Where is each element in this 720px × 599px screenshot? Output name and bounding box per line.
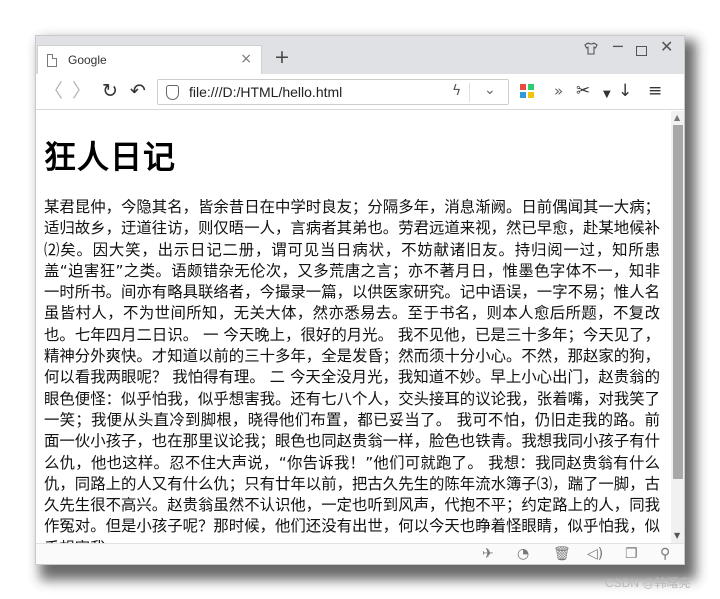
trash-icon[interactable]: 🗑: [553, 546, 571, 562]
tab-title: Google: [68, 53, 107, 67]
page-icon: [47, 54, 57, 67]
vertical-scrollbar[interactable]: ▲ ▼: [671, 111, 684, 543]
scroll-thumb[interactable]: [673, 125, 683, 479]
skin-icon[interactable]: [584, 42, 598, 58]
caret-down-icon[interactable]: ▼: [603, 86, 611, 104]
title-bar: Google × + ─ ✕: [36, 36, 684, 74]
more-extensions-icon[interactable]: »: [554, 82, 563, 100]
address-bar[interactable]: file:///D:/HTML/hello.html ϟ ⌄: [157, 79, 509, 105]
scissors-icon[interactable]: ✂: [576, 82, 590, 100]
download-icon[interactable]: ↓: [618, 82, 632, 100]
shield-icon[interactable]: [166, 85, 179, 100]
address-dropdown[interactable]: ⌄: [469, 82, 507, 102]
page-body-text: 某君昆仲，今隐其名，皆余昔日在中学时良友；分隔多年，消息渐阙。日前偶闻其一大病；…: [44, 198, 660, 543]
close-tab-icon[interactable]: ×: [240, 51, 252, 67]
sound-icon[interactable]: ◁): [587, 546, 603, 562]
browser-tab[interactable]: Google ×: [37, 45, 262, 74]
maximize-icon[interactable]: [636, 46, 647, 56]
chevron-down-icon: ⌄: [484, 82, 496, 98]
lightning-icon[interactable]: ϟ: [452, 83, 461, 99]
watermark: CSDN @韩曙亮: [605, 576, 691, 590]
page-viewport: 狂人日记 某君昆仲，今隐其名，皆余昔日在中学时良友；分隔多年，消息渐阙。日前偶闻…: [36, 111, 671, 543]
undo-icon[interactable]: ↶: [130, 81, 146, 101]
menu-icon[interactable]: ≡: [648, 82, 662, 100]
minimize-icon[interactable]: ─: [613, 39, 623, 55]
forward-icon[interactable]: 〉: [72, 81, 91, 101]
scroll-down-icon[interactable]: ▼: [674, 531, 680, 540]
page-heading: 狂人日记: [44, 138, 177, 176]
reload-icon[interactable]: ↻: [102, 81, 118, 101]
zoom-icon[interactable]: ⚲: [660, 546, 670, 562]
browser-window: Google × + ─ ✕ 〈 〉 ↻ ↶ file:///D:/HTML/h…: [35, 35, 685, 565]
scroll-up-icon[interactable]: ▲: [674, 113, 680, 122]
speed-icon[interactable]: ◔: [517, 546, 529, 562]
new-tab-button[interactable]: +: [274, 48, 290, 67]
window-icon[interactable]: ❐: [625, 546, 638, 562]
close-window-icon[interactable]: ✕: [660, 39, 673, 55]
address-url[interactable]: file:///D:/HTML/hello.html: [189, 84, 342, 100]
pin-icon[interactable]: ✈: [482, 546, 494, 562]
back-icon[interactable]: 〈: [44, 81, 63, 101]
toolbar: 〈 〉 ↻ ↶ file:///D:/HTML/hello.html ϟ ⌄ »…: [36, 74, 684, 110]
status-bar: ✈ ◔ 🗑 ◁) ❐ ⚲: [36, 543, 684, 564]
apps-grid-icon[interactable]: [520, 84, 534, 98]
